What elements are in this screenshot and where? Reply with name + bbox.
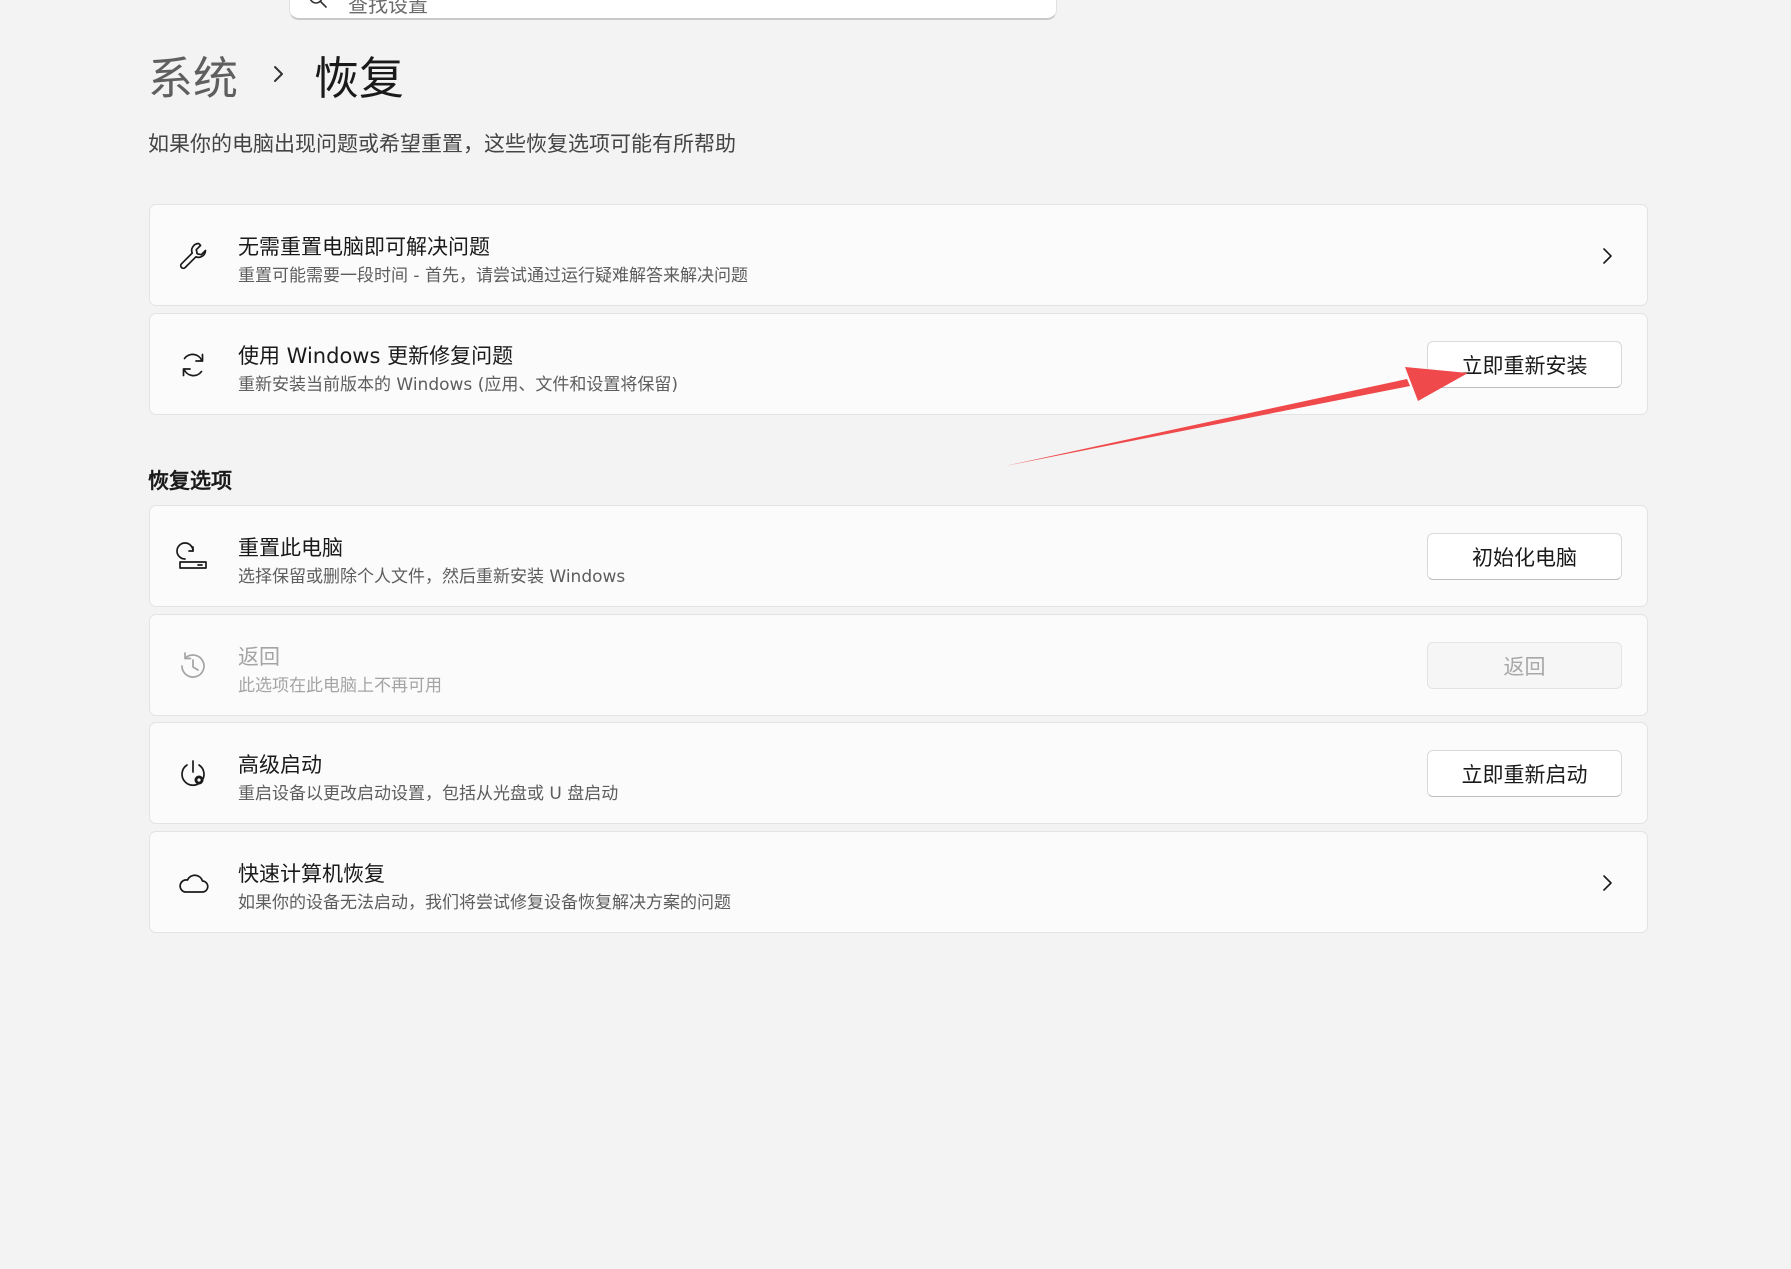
breadcrumb: 系统 恢复 — [148, 46, 404, 105]
cloud-icon — [179, 874, 209, 893]
advanced-startup-card: 高级启动 重启设备以更改启动设置，包括从光盘或 U 盘启动 立即重新启动 — [149, 722, 1648, 824]
reset-pc-icon — [176, 542, 207, 569]
card-title: 高级启动 — [238, 753, 322, 777]
chevron-right-icon[interactable] — [1597, 246, 1617, 266]
refresh-icon — [182, 353, 204, 377]
search-input[interactable]: 查找设置 — [348, 0, 428, 18]
wrench-icon — [179, 242, 207, 270]
chevron-right-icon — [274, 66, 284, 82]
page-title: 恢复 — [314, 51, 405, 105]
breadcrumb-parent[interactable]: 系统 — [148, 42, 238, 107]
card-description: 选择保留或删除个人文件，然后重新安装 Windows — [238, 567, 626, 587]
card-description: 重置可能需要一段时间 - 首先，请尝试通过运行疑难解答来解决问题 — [238, 266, 748, 286]
restart-now-button[interactable]: 立即重新启动 — [1427, 750, 1622, 797]
card-title: 快速计算机恢复 — [238, 862, 385, 886]
card-title: 使用 Windows 更新修复问题 — [238, 344, 514, 368]
reinstall-now-button[interactable]: 立即重新安装 — [1427, 341, 1622, 388]
card-title: 重置此电脑 — [238, 536, 343, 560]
go-back-card: 返回 此选项在此电脑上不再可用 返回 — [149, 614, 1648, 716]
card-description: 此选项在此电脑上不再可用 — [238, 676, 442, 696]
go-back-button: 返回 — [1427, 642, 1622, 689]
card-description: 重启设备以更改启动设置，包括从光盘或 U 盘启动 — [238, 784, 619, 804]
chevron-right-icon[interactable] — [1597, 873, 1617, 893]
windows-update-repair-card: 使用 Windows 更新修复问题 重新安装当前版本的 Windows (应用、… — [149, 313, 1648, 415]
quick-machine-recovery-card[interactable]: 快速计算机恢复 如果你的设备无法启动，我们将尝试修复设备恢复解决方案的问题 — [149, 831, 1648, 933]
reset-pc-button[interactable]: 初始化电脑 — [1427, 533, 1622, 580]
card-title: 返回 — [238, 645, 280, 669]
page-subtitle: 如果你的电脑出现问题或希望重置，这些恢复选项可能有所帮助 — [148, 132, 736, 156]
advanced-startup-icon — [181, 760, 205, 786]
section-title: 恢复选项 — [148, 469, 232, 493]
history-icon — [181, 652, 205, 678]
reset-pc-card: 重置此电脑 选择保留或删除个人文件，然后重新安装 Windows 初始化电脑 — [149, 505, 1648, 607]
search-icon — [309, 0, 327, 8]
troubleshoot-card[interactable]: 无需重置电脑即可解决问题 重置可能需要一段时间 - 首先，请尝试通过运行疑难解答… — [149, 204, 1648, 306]
card-description: 重新安装当前版本的 Windows (应用、文件和设置将保留) — [238, 375, 678, 395]
card-title: 无需重置电脑即可解决问题 — [238, 235, 490, 259]
search-box[interactable]: 查找设置 — [289, 0, 1057, 20]
card-description: 如果你的设备无法启动，我们将尝试修复设备恢复解决方案的问题 — [238, 893, 731, 913]
